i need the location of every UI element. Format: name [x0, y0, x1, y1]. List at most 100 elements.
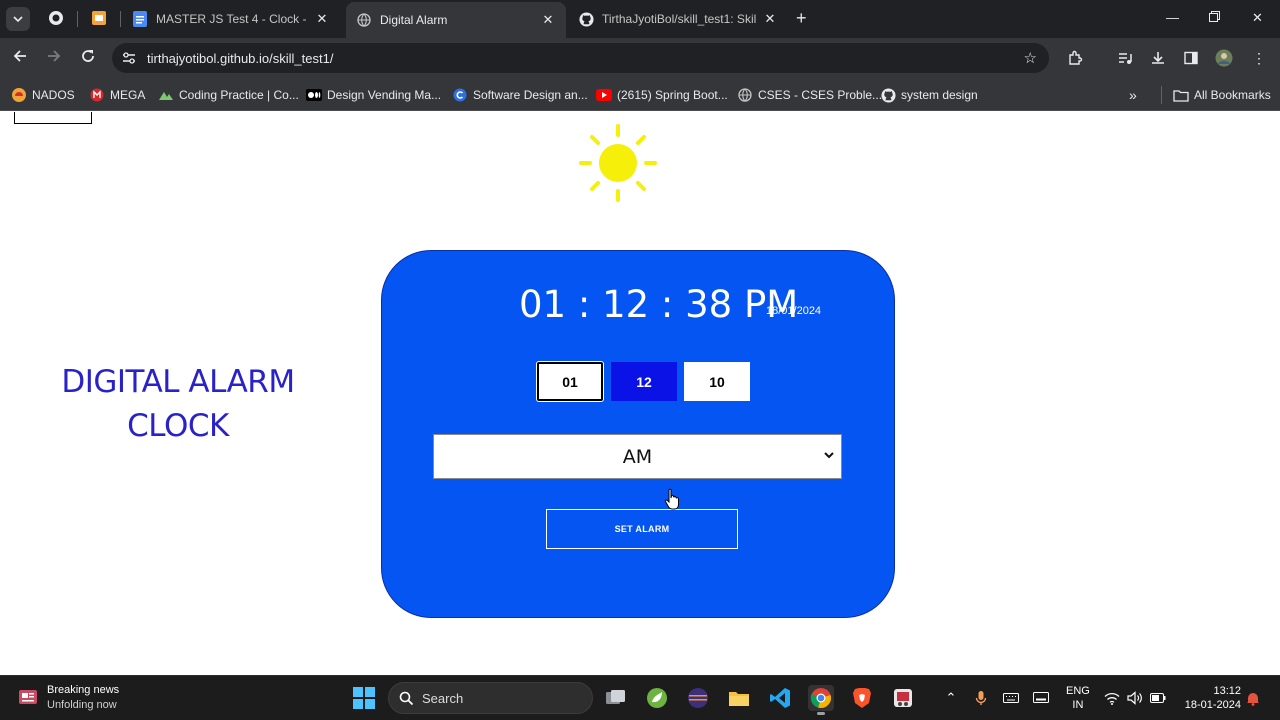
region-code: IN	[1072, 699, 1084, 711]
notification-bell-icon[interactable]	[1245, 690, 1261, 706]
close-icon[interactable]: ✕	[314, 11, 330, 27]
page-title-line-2: CLOCK	[127, 408, 229, 444]
news-subtitle[interactable]: Unfolding now	[47, 699, 117, 711]
all-bookmarks-button[interactable]: All Bookmarks	[1173, 87, 1271, 103]
system-clock[interactable]: 13:12 18-01-2024	[1181, 684, 1241, 712]
task-view-icon[interactable]	[603, 685, 629, 711]
bookmark-label: (2615) Spring Boot...	[617, 88, 728, 102]
page-title-line-1: DIGITAL ALARM	[61, 364, 295, 400]
news-widget-icon[interactable]	[18, 688, 38, 706]
hand-cursor-icon	[664, 488, 679, 510]
chrome-menu-icon[interactable]: ⋮	[1250, 49, 1268, 67]
bookmark-mega[interactable]: MEGA	[89, 87, 145, 103]
current-time: 01 : 12 : 38 PM	[519, 283, 799, 326]
bookmark-spring-boot[interactable]: (2615) Spring Boot...	[596, 87, 728, 103]
chevron-down-icon	[824, 452, 834, 459]
mega-icon	[89, 87, 105, 103]
new-tab-button[interactable]: +	[796, 9, 807, 27]
pinned-site-icon	[92, 11, 106, 25]
bookmark-design-vending[interactable]: Design Vending Ma...	[306, 87, 441, 103]
bookmark-software-design[interactable]: Software Design an...	[452, 87, 588, 103]
youtube-icon	[596, 87, 612, 103]
arrow-left-icon	[13, 50, 26, 62]
spring-tools-icon[interactable]	[644, 685, 670, 711]
tab-digital-alarm[interactable]: Digital Alarm ✕	[346, 2, 566, 38]
alarm-panel: 01 : 12 : 38 PM 18/01/2024 01 12 10 AM S…	[381, 250, 895, 618]
vscode-icon[interactable]	[767, 685, 793, 711]
brave-icon[interactable]	[849, 685, 875, 711]
bookmark-label: system design	[901, 88, 978, 102]
arrow-right-icon	[48, 50, 61, 62]
wifi-icon[interactable]	[1104, 690, 1120, 706]
system-time: 13:12	[1213, 685, 1241, 697]
side-panel-icon[interactable]	[1182, 49, 1200, 67]
close-window-button[interactable]: ✕	[1252, 10, 1263, 26]
display-icon[interactable]	[1033, 690, 1049, 706]
github-icon	[880, 87, 896, 103]
more-bookmarks-chevron-icon[interactable]: »	[1129, 87, 1137, 103]
windows-start-icon[interactable]	[353, 687, 375, 709]
news-title[interactable]: Breaking news	[47, 684, 119, 696]
back-button[interactable]	[12, 48, 28, 69]
media-controls-icon[interactable]	[1116, 49, 1134, 67]
bookmark-cses[interactable]: CSES - CSES Proble...	[737, 87, 882, 103]
partial-box	[14, 112, 92, 124]
minimize-button[interactable]: —	[1166, 10, 1179, 25]
tab-strip: MASTER JS Test 4 - Clock - Goo ✕ Digital…	[0, 0, 1280, 38]
bookmark-label: Coding Practice | Co...	[179, 88, 299, 102]
globe-icon	[737, 87, 753, 103]
close-icon[interactable]: ✕	[762, 11, 778, 27]
eclipse-icon[interactable]	[685, 685, 711, 711]
restore-button[interactable]	[1209, 10, 1220, 25]
reload-icon	[82, 50, 94, 62]
pinned-tab[interactable]	[47, 9, 65, 27]
github-icon	[578, 11, 594, 27]
bookmarks-bar: NADOS MEGA Coding Practice | Co... Desig…	[0, 78, 1280, 111]
pinned-tab[interactable]	[90, 9, 108, 27]
ampm-select[interactable]: AM	[433, 434, 842, 479]
bookmark-coding-practice[interactable]: Coding Practice | Co...	[158, 87, 299, 103]
set-alarm-button[interactable]: SET ALARM	[546, 509, 738, 549]
bookmark-nados[interactable]: NADOS	[11, 87, 75, 103]
tab-docs[interactable]: MASTER JS Test 4 - Clock - Goo ✕	[122, 4, 340, 34]
tab-github[interactable]: TirthaJyotiBol/skill_test1: Skills t ✕	[568, 4, 788, 34]
browser-toolbar: tirthajyotibol.github.io/skill_test1/ ☆ …	[0, 38, 1280, 78]
language-indicator[interactable]: ENG IN	[1066, 684, 1090, 712]
software-design-icon	[452, 87, 468, 103]
chevron-up-icon[interactable]: ⌃	[943, 690, 959, 706]
all-bookmarks-label: All Bookmarks	[1194, 88, 1271, 102]
sun-icon	[579, 124, 657, 202]
file-explorer-icon[interactable]	[726, 685, 752, 711]
taskbar-search[interactable]: Search	[388, 682, 593, 714]
reload-button[interactable]	[80, 48, 96, 69]
nados-icon	[11, 87, 27, 103]
minute-input[interactable]: 12	[611, 362, 677, 401]
close-icon[interactable]: ✕	[540, 12, 556, 28]
page-title: DIGITAL ALARM CLOCK	[40, 360, 316, 448]
battery-icon[interactable]	[1150, 690, 1166, 706]
profile-avatar-icon[interactable]	[1215, 49, 1233, 67]
microphone-icon[interactable]	[973, 690, 989, 706]
keyboard-icon[interactable]	[1003, 690, 1019, 706]
chevron-down-icon	[13, 16, 23, 23]
hour-input[interactable]: 01	[537, 362, 603, 401]
tab-title: MASTER JS Test 4 - Clock - Goo	[156, 12, 308, 26]
tab-search-button[interactable]	[6, 7, 30, 31]
address-bar[interactable]: tirthajyotibol.github.io/skill_test1/ ☆	[112, 43, 1049, 73]
extensions-icon[interactable]	[1066, 49, 1084, 67]
search-label: Search	[422, 691, 464, 706]
volume-icon[interactable]	[1127, 690, 1143, 706]
chrome-taskbar-icon[interactable]	[808, 685, 834, 715]
google-docs-icon	[132, 11, 148, 27]
site-settings-icon[interactable]	[122, 51, 136, 65]
second-input[interactable]: 10	[684, 362, 750, 401]
forward-button[interactable]	[46, 48, 62, 69]
bookmarks-separator	[1161, 86, 1162, 104]
current-date: 18/01/2024	[766, 305, 822, 317]
globe-icon	[356, 12, 372, 28]
snipping-tool-icon[interactable]	[890, 685, 916, 711]
download-icon[interactable]	[1149, 49, 1167, 67]
tab-title: TirthaJyotiBol/skill_test1: Skills t	[602, 12, 756, 26]
bookmark-star-icon[interactable]: ☆	[1024, 49, 1037, 67]
bookmark-system-design[interactable]: system design	[880, 87, 978, 103]
